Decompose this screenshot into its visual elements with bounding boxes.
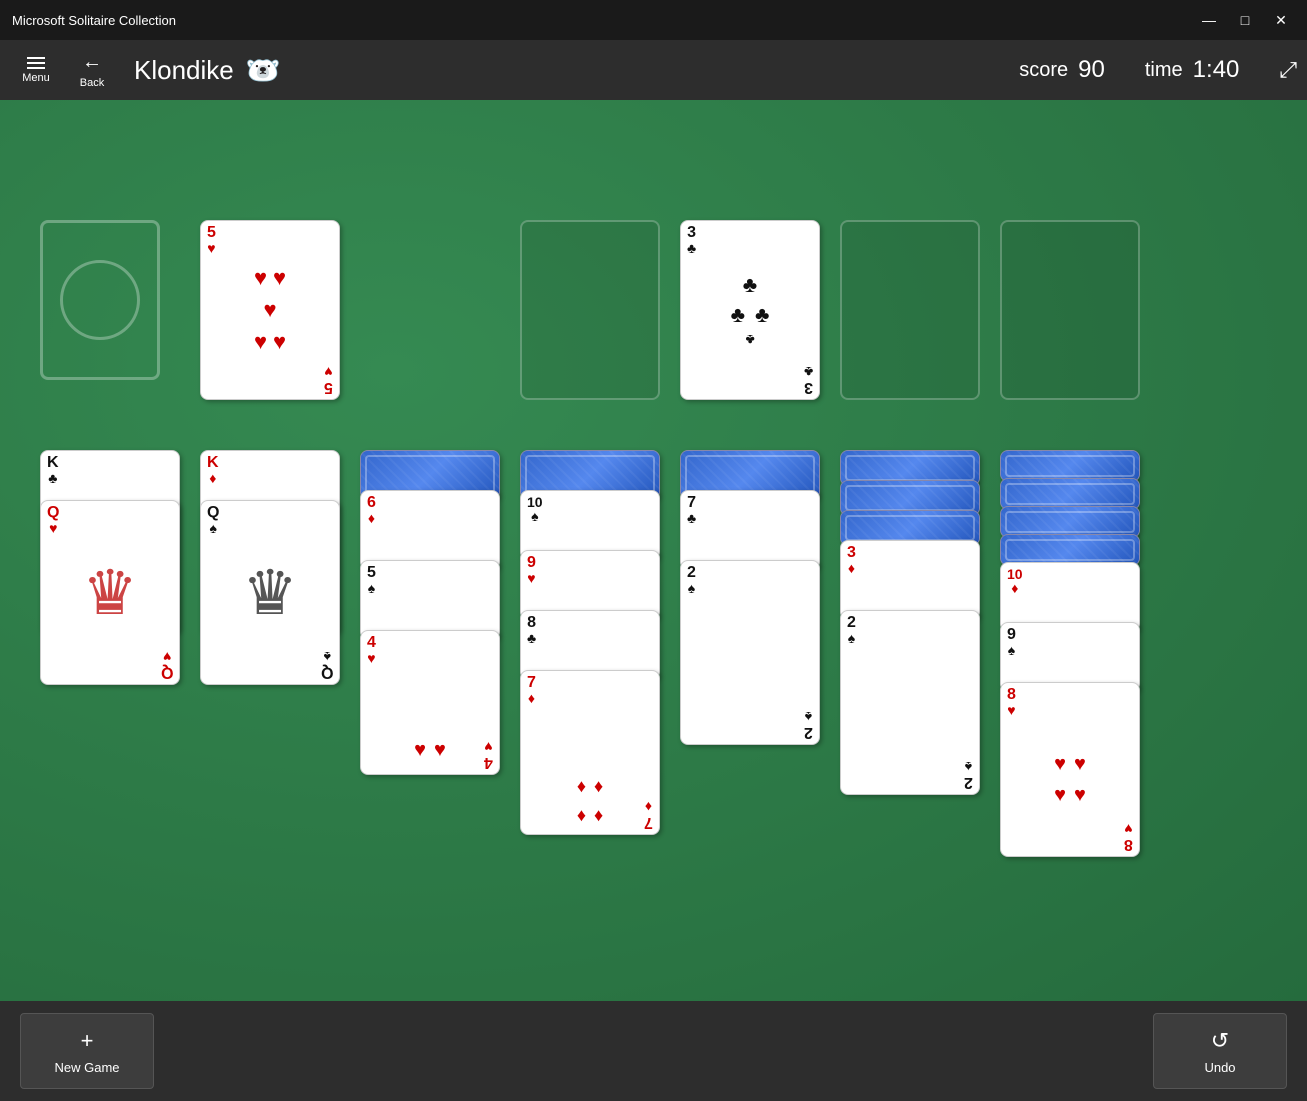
back-label: Back [80,77,104,89]
hamburger-icon [27,57,45,69]
new-game-icon: + [81,1028,94,1054]
back-arrow-icon: ← [82,51,102,74]
undo-button[interactable]: ↺ Undo [1153,1013,1287,1089]
stock-pile[interactable] [40,220,160,380]
tableau-col1-card1[interactable]: Q ♠ ♛ Q ♠ [200,500,340,685]
title-bar: Microsoft Solitaire Collection — □ ✕ [0,0,1307,40]
card-bottom-right: 5 ♥ [324,365,333,395]
score-label: score [1019,59,1068,82]
tableau-col2-card3[interactable]: 4 ♥ ♥♥ 4 ♥ [360,630,500,775]
close-button[interactable]: ✕ [1267,6,1295,34]
time-label: time [1145,59,1183,82]
maximize-button[interactable]: □ [1231,6,1259,34]
tableau-col0-card1[interactable]: Q ♥ ♛ Q ♥ [40,500,180,685]
waste-pile-card[interactable]: 5 ♥ ♥♥ ♥ ♥♥ 5 ♥ [200,220,340,400]
undo-label: Undo [1204,1060,1235,1075]
score-value: 90 [1078,56,1105,84]
time-value: 1:40 [1193,56,1240,84]
tableau-col5-card3[interactable]: 3 ♦ [840,540,980,620]
card-top-left: 3 ♣ [687,225,696,255]
polar-bear-icon: 🐻‍❄️ [246,54,281,87]
foundation-3[interactable] [840,220,980,400]
window-controls: — □ ✕ [1195,6,1295,34]
tableau-col4-card2[interactable]: 2 ♠ 2 ♠ [680,560,820,745]
stock-empty-indicator [60,260,140,340]
tableau-col2-card1[interactable]: 6 ♦ [360,490,500,570]
toolbar: Menu ← Back Klondike 🐻‍❄️ score 90 time … [0,40,1307,100]
menu-label: Menu [22,72,50,84]
menu-button[interactable]: Menu [10,44,62,96]
app-title: Microsoft Solitaire Collection [12,13,176,28]
foundation-2[interactable]: 3 ♣ ♣ ♣♣ ♣ 3 ♣ [680,220,820,400]
tableau-col5-card4[interactable]: 2 ♠ 2 ♠ [840,610,980,795]
card-top-left: 5 ♥ [207,225,216,255]
expand-button[interactable]: ⤢ [1279,57,1297,83]
tableau-col2-card2[interactable]: 5 ♠ [360,560,500,640]
new-game-label: New Game [54,1060,119,1075]
minimize-button[interactable]: — [1195,6,1223,34]
foundation-1[interactable] [520,220,660,400]
bottom-bar: + New Game ↺ Undo [0,1001,1307,1101]
new-game-button[interactable]: + New Game [20,1013,154,1089]
undo-icon: ↺ [1211,1028,1229,1054]
game-area: 5 ♥ ♥♥ ♥ ♥♥ 5 ♥ 3 ♣ ♣ ♣♣ ♣ 3 ♣ [0,100,1307,1001]
tableau-col4-card1[interactable]: 7 ♣ [680,490,820,570]
foundation-4[interactable] [1000,220,1140,400]
score-section: score 90 time 1:40 ⤢ [1019,56,1297,84]
tableau-col6-card6[interactable]: 8 ♥ ♥♥ ♥♥ 8 ♥ [1000,682,1140,857]
card-bottom-right: 3 ♣ [804,365,813,395]
back-button[interactable]: ← Back [66,44,118,96]
tableau-col3-card4[interactable]: 7 ♦ ♦♦ ♦♦ 7 ♦ [520,670,660,835]
game-title: Klondike [134,55,234,86]
